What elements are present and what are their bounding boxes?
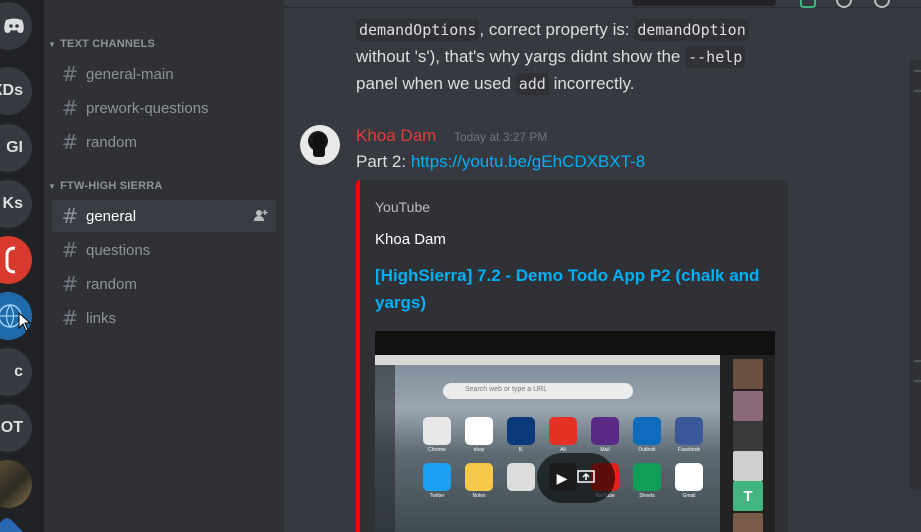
speed-dial-tile <box>507 463 535 491</box>
bracket-logo-icon <box>5 246 16 274</box>
embed-title-link[interactable]: [HighSierra] 7.2 - Demo Todo App P2 (cha… <box>375 262 775 316</box>
server-ks[interactable]: Ks <box>0 180 32 228</box>
video-call-participants: T <box>720 355 775 532</box>
participant-camera <box>733 359 763 389</box>
speed-dial-tile-label: Chrome <box>428 447 446 453</box>
category-ftw-high-sierra[interactable]: ▼ FTW-HIGH SIERRA <box>48 180 163 192</box>
message-line-3: panel when we used add incorrectly. <box>356 73 635 95</box>
message-link[interactable]: https://youtu.be/gEhCDXBXT-8 <box>411 152 645 171</box>
speed-dial-tile <box>633 417 661 445</box>
speed-dial-tile <box>549 417 577 445</box>
chat-header <box>284 0 921 8</box>
server-photo[interactable] <box>0 460 32 508</box>
embed-author[interactable]: Khoa Dam <box>375 231 446 248</box>
speed-dial-tile <box>465 417 493 445</box>
server-c[interactable]: c <box>0 348 32 396</box>
locked-hash-icon: # <box>61 238 79 262</box>
server-red[interactable] <box>0 236 32 284</box>
speed-dial-tile-label: Notes <box>472 493 486 499</box>
hash-icon: # <box>61 96 79 120</box>
avatar[interactable] <box>300 125 340 165</box>
channel-questions[interactable]: # questions <box>52 234 276 266</box>
message-timestamp: Today at 3:27 PM <box>454 130 548 144</box>
speed-dial-tile <box>507 417 535 445</box>
speed-dial-tile <box>675 463 703 491</box>
speed-dial-tile <box>675 417 703 445</box>
channel-prework-questions[interactable]: # prework-questions <box>52 92 276 124</box>
play-button[interactable]: ▶ <box>537 453 615 503</box>
video-top-bar <box>375 331 775 355</box>
hash-icon: # <box>61 130 79 154</box>
hash-icon: # <box>61 62 79 86</box>
speed-dial-tile-label: B. <box>518 447 524 453</box>
locked-hash-icon: # <box>61 204 79 228</box>
speed-dial-tile-label: Outlook <box>638 447 656 453</box>
participant-camera <box>733 513 763 532</box>
speed-dial-tile <box>591 417 619 445</box>
search-input[interactable] <box>632 0 776 6</box>
channel-general-main[interactable]: # general-main <box>52 58 276 90</box>
participant-camera <box>733 391 763 421</box>
category-text-channels[interactable]: ▼ TEXT CHANNELS <box>48 38 155 50</box>
discord-logo-icon <box>4 18 24 33</box>
play-icon: ▶ <box>556 469 568 486</box>
speed-dial-tile <box>465 463 493 491</box>
locked-hash-icon: # <box>61 272 79 296</box>
inbox-icon[interactable] <box>800 0 816 8</box>
discord-home-icon[interactable] <box>0 2 32 50</box>
share-screen-icon <box>577 470 596 483</box>
speed-dial-tile-label: Sheets <box>639 493 655 499</box>
video-thumbnail[interactable]: Search web or type a URL Chrome ebay B. Ali… <box>375 331 775 532</box>
browser-tab-bar <box>375 355 720 365</box>
embed-provider[interactable]: YouTube <box>375 199 430 215</box>
channel-random[interactable]: # random <box>52 126 276 158</box>
server-iot[interactable]: iOT <box>0 404 32 452</box>
server-blue-icon[interactable] <box>0 515 29 532</box>
locked-hash-icon: # <box>61 306 79 330</box>
message-author[interactable]: Khoa Dam <box>356 126 436 146</box>
message-line-2: without 's'), that's why yargs didnt sho… <box>356 43 746 71</box>
server-rail: XDs GI Ks c iOT <box>0 0 44 532</box>
speed-dial-tile-label: ebay <box>473 447 485 453</box>
add-user-icon[interactable] <box>254 209 268 224</box>
browser-screenshot: Search web or type a URL Chrome ebay B. Ali… <box>375 355 720 532</box>
server-gi[interactable]: GI <box>0 124 32 172</box>
speed-dial-tile-label: Gmail <box>682 493 696 499</box>
speed-dial-tile <box>423 463 451 491</box>
message-line-1: demandOptions, correct property is: dema… <box>356 16 749 44</box>
channel-links[interactable]: # links <box>52 302 276 334</box>
speed-dial-tile-label: Facebook <box>678 447 700 453</box>
chevron-down-icon: ▼ <box>48 181 57 191</box>
sidebar-top-fade <box>44 0 284 18</box>
participant-avatar-icon <box>733 451 763 481</box>
mouse-cursor-icon <box>18 312 32 332</box>
channel-random-sierra[interactable]: # random <box>52 268 276 300</box>
channel-general[interactable]: # general <box>52 200 276 232</box>
speed-dial-tile <box>423 417 451 445</box>
browser-address-bar: Search web or type a URL <box>443 383 633 399</box>
message-content: Part 2: https://youtu.be/gEhCDXBXT-8 <box>356 152 646 171</box>
participant-camera <box>733 421 763 451</box>
member-list-edge <box>910 60 921 490</box>
chevron-down-icon: ▼ <box>48 39 57 49</box>
browser-sidebar <box>375 365 395 532</box>
speed-dial-tile <box>633 463 661 491</box>
participant-initial-badge: T <box>733 481 763 511</box>
server-xds[interactable]: XDs <box>0 67 32 115</box>
speed-dial-tile-label: Twitter <box>429 493 445 499</box>
